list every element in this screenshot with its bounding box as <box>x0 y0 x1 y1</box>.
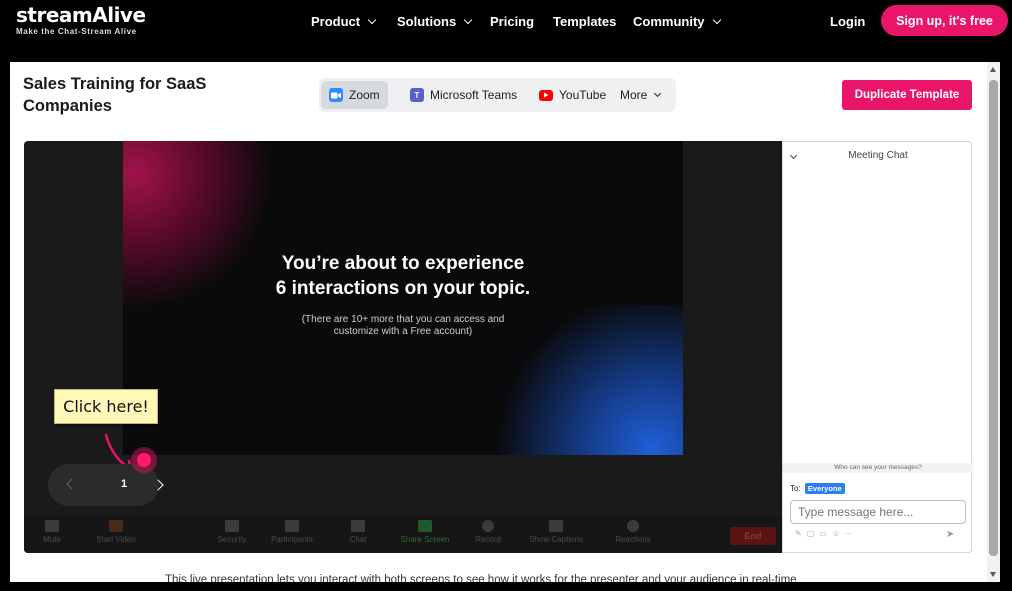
nav-product[interactable]: Product <box>311 14 377 29</box>
record-button[interactable]: Record <box>458 520 518 544</box>
recipient-badge[interactable]: Everyone <box>804 483 845 494</box>
login-link[interactable]: Login <box>830 14 865 29</box>
tab-zoom-label: Zoom <box>349 88 380 102</box>
microphone-icon <box>45 520 59 532</box>
slide-subtext-line2: customize with a Free account) <box>333 326 473 337</box>
participants-icon <box>285 520 299 532</box>
mute-button[interactable]: Mute <box>24 520 82 544</box>
chat-message-input[interactable] <box>790 500 966 524</box>
nav-pricing[interactable]: Pricing <box>490 14 534 29</box>
shield-icon <box>225 520 239 532</box>
reactions-label: Reactions <box>615 535 651 544</box>
scroll-down-icon[interactable] <box>990 572 996 577</box>
show-captions-button[interactable]: Show Captions <box>526 520 586 544</box>
participants-label: Participants <box>271 535 313 544</box>
page-title: Sales Training for SaaS Companies <box>23 75 207 115</box>
mute-label: Mute <box>43 535 61 544</box>
chat-tools: ✎▢▭☺⋯ <box>795 529 858 538</box>
image-icon[interactable]: ▢ <box>807 529 820 538</box>
nav-templates-label: Templates <box>553 14 617 29</box>
share-screen-button[interactable]: Share Screen <box>395 520 455 544</box>
slide-page-number: 1 <box>121 478 128 490</box>
slide-headline: You’re about to experience 6 interaction… <box>123 251 683 301</box>
scroll-thumb[interactable] <box>989 80 998 556</box>
chevron-right-icon[interactable] <box>152 479 164 491</box>
chat-label: Chat <box>349 535 367 544</box>
tab-microsoft-teams-label: Microsoft Teams <box>430 88 518 102</box>
record-label: Record <box>475 535 501 544</box>
slide-headline-line2: 6 interactions on your topic. <box>275 278 531 299</box>
slide-headline-line1: You’re about to experience <box>281 253 525 274</box>
share-screen-icon <box>418 520 432 532</box>
more-icon[interactable]: ⋯ <box>845 529 858 538</box>
nav-community[interactable]: Community <box>633 14 721 29</box>
file-icon[interactable]: ▭ <box>819 529 832 538</box>
tab-more-label: More <box>620 88 648 102</box>
presentation-slide: You’re about to experience 6 interaction… <box>123 141 683 455</box>
reactions-button[interactable]: Reactions <box>603 520 663 544</box>
who-can-see-link[interactable]: Who can see your messages? <box>783 463 973 473</box>
send-icon[interactable]: ➤ <box>946 529 954 540</box>
security-label: Security <box>217 535 247 544</box>
footer-description: This live presentation lets you interact… <box>165 574 797 582</box>
end-meeting-button[interactable]: End <box>730 527 776 545</box>
tab-microsoft-teams[interactable]: T Microsoft Teams <box>402 81 525 109</box>
scroll-up-icon[interactable] <box>990 67 996 72</box>
chevron-down-icon <box>654 89 662 97</box>
pulse-indicator[interactable] <box>131 447 157 473</box>
start-video-button[interactable]: Start Video <box>86 520 146 544</box>
click-here-callout: Click here! <box>54 389 158 424</box>
nav-solutions-label: Solutions <box>397 14 457 29</box>
chat-recipient-row: To: Everyone <box>790 483 845 494</box>
slide-subtext-line1: (There are 10+ more that you can access … <box>301 314 505 325</box>
top-nav: streamAlive Make the Chat-Stream Alive P… <box>0 0 1012 44</box>
brand-tagline: Make the Chat-Stream Alive <box>16 27 137 36</box>
chat-icon <box>351 520 365 532</box>
chevron-down-icon <box>712 15 721 24</box>
brand-name: streamAlive <box>16 3 146 27</box>
chevron-left-icon[interactable] <box>66 478 78 490</box>
nav-solutions[interactable]: Solutions <box>397 14 473 29</box>
emoji-icon[interactable]: ☺ <box>832 529 845 538</box>
nav-product-label: Product <box>311 14 361 29</box>
nav-templates[interactable]: Templates <box>553 14 616 29</box>
participants-button[interactable]: Participants <box>262 520 322 544</box>
start-video-label: Start Video <box>96 535 136 544</box>
chat-title: Meeting Chat <box>848 150 908 161</box>
slide-subtext: (There are 10+ more that you can access … <box>123 314 683 338</box>
nav-pricing-label: Pricing <box>490 14 535 29</box>
tab-zoom[interactable]: Zoom <box>321 81 388 109</box>
video-off-icon <box>109 520 123 532</box>
captions-icon <box>549 520 563 532</box>
security-button[interactable]: Security <box>202 520 262 544</box>
page-scrollbar[interactable] <box>987 62 1000 582</box>
tab-youtube[interactable]: YouTube <box>531 81 614 109</box>
teams-icon: T <box>410 88 424 102</box>
zoom-meeting-window: You’re about to experience 6 interaction… <box>24 141 782 553</box>
zoom-icon <box>329 88 343 102</box>
to-label: To: <box>790 484 801 493</box>
chat-button[interactable]: Chat <box>328 520 388 544</box>
share-screen-label: Share Screen <box>400 535 450 544</box>
tab-more[interactable]: More <box>612 81 668 109</box>
brand-logo[interactable]: streamAlive Make the Chat-Stream Alive <box>16 4 146 36</box>
format-icon[interactable]: ✎ <box>795 529 807 538</box>
chevron-down-icon <box>463 15 473 24</box>
show-captions-label: Show Captions <box>529 535 583 544</box>
duplicate-template-button[interactable]: Duplicate Template <box>842 80 972 110</box>
zoom-toolbar: Mute Start Video Security Participants C… <box>24 517 782 553</box>
reactions-icon <box>627 520 639 532</box>
template-panel: Sales Training for SaaS Companies Zoom T… <box>10 62 987 582</box>
tab-youtube-label: YouTube <box>559 88 607 102</box>
signup-button[interactable]: Sign up, it's free <box>881 5 1008 36</box>
meeting-chat-panel: Meeting Chat Who can see your messages? … <box>782 141 973 553</box>
youtube-icon <box>539 89 553 101</box>
chevron-down-icon <box>367 15 377 24</box>
platform-tabs: Zoom T Microsoft Teams YouTube More <box>319 78 676 112</box>
svg-text:T: T <box>415 91 420 100</box>
nav-community-label: Community <box>633 14 705 29</box>
record-icon <box>482 520 494 532</box>
